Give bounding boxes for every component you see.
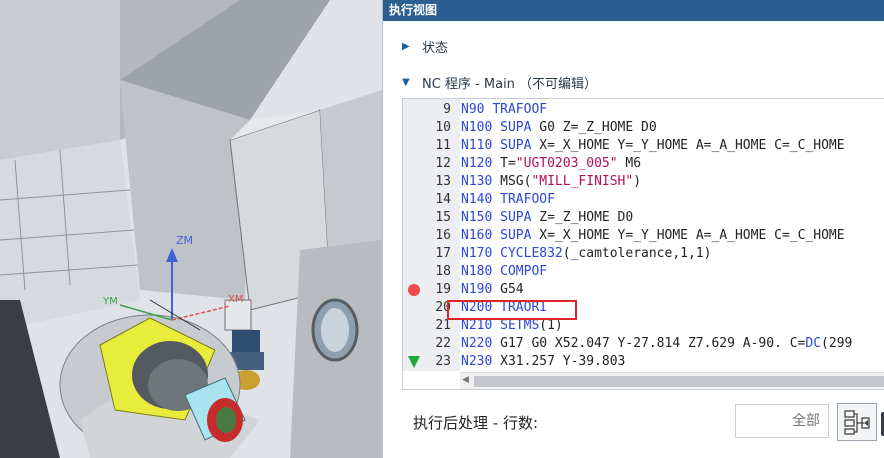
code-line[interactable]: 10 N100 SUPA G0 Z=_Z_HOME D0: [403, 119, 884, 137]
execution-view-panel: 执行视图 ▶ 状态 ▼ NC 程序 - Main （不可编辑） 9 N90 TRA…: [382, 0, 884, 458]
line-number: 10: [435, 120, 451, 135]
triangle-right-icon: ▶: [402, 40, 410, 52]
code-text: N90 TRAFOOF: [461, 102, 548, 117]
machine-3d-viewport[interactable]: ZM XM YM: [0, 0, 382, 458]
code-line[interactable]: 21 N210 SETMS(1): [403, 317, 884, 335]
line-number: 12: [435, 156, 451, 171]
code-line[interactable]: 14 N140 TRAFOOF: [403, 191, 884, 209]
horizontal-scrollbar[interactable]: ◀: [460, 372, 884, 389]
postprocess-lines-input[interactable]: [735, 404, 829, 438]
code-line[interactable]: 15 N150 SUPA Z=_Z_HOME D0: [403, 209, 884, 227]
line-number: 9: [443, 102, 451, 117]
code-line[interactable]: 16 N160 SUPA X=_X_HOME Y=_Y_HOME A=_A_HOM…: [403, 227, 884, 245]
line-number: 23: [435, 354, 451, 369]
line-number: 21: [435, 318, 451, 333]
code-text: N100 SUPA G0 Z=_Z_HOME D0: [461, 120, 657, 135]
code-line[interactable]: 22 N220 G17 G0 X52.047 Y-27.814 Z7.629 A-…: [403, 335, 884, 353]
code-text: N180 COMPOF: [461, 264, 548, 279]
code-line[interactable]: 9 N90 TRAFOOF: [403, 101, 884, 119]
nc-program-section-toggle[interactable]: ▼ NC 程序 - Main （不可编辑）: [383, 70, 597, 94]
code-text: N130 MSG("MILL_FINISH"): [461, 174, 642, 189]
code-line[interactable]: 18 N180 COMPOF: [403, 263, 884, 281]
axis-label-zm: ZM: [176, 234, 194, 247]
run-postprocess-button[interactable]: [837, 403, 877, 441]
code-line[interactable]: 13 N130 MSG("MILL_FINISH"): [403, 173, 884, 191]
status-label: 状态: [422, 40, 449, 56]
code-text: N190 G54: [461, 282, 524, 297]
code-line[interactable]: 23 N230 X31.257 Y-39.803: [403, 353, 884, 371]
line-number: 11: [435, 138, 451, 153]
code-text: N210 SETMS(1): [461, 318, 563, 333]
line-number: 17: [435, 246, 451, 261]
code-text: N120 T="UGT0203_005" M6: [461, 156, 642, 171]
code-line[interactable]: 17 N170 CYCLE832(_camtolerance,1,1): [403, 245, 884, 263]
status-section-toggle[interactable]: ▶ 状态: [383, 34, 448, 58]
line-number: 18: [435, 264, 451, 279]
line-number: 16: [435, 228, 451, 243]
code-text: N150 SUPA Z=_Z_HOME D0: [461, 210, 634, 225]
postprocess-lines-label: 执行后处理 - 行数:: [413, 414, 539, 432]
code-line[interactable]: 20 N200 TRAORI: [403, 299, 884, 317]
panel-title: 执行视图: [383, 0, 884, 21]
nc-program-label: NC 程序 - Main （不可编辑）: [422, 76, 598, 92]
line-number: 14: [435, 192, 451, 207]
triangle-down-icon: ▼: [402, 76, 410, 88]
code-line[interactable]: 12 N120 T="UGT0203_005" M6: [403, 155, 884, 173]
machine-scene: [0, 0, 382, 458]
code-text: N220 G17 G0 X52.047 Y-27.814 Z7.629 A-90…: [461, 336, 853, 351]
line-number: 20: [435, 300, 451, 315]
code-text: N140 TRAFOOF: [461, 192, 555, 207]
code-text: N200 TRAORI: [461, 300, 548, 315]
nc-code-view[interactable]: 9 N90 TRAFOOF 10 N100 SUPA G0 Z=_Z_HOME D0 1…: [402, 98, 884, 390]
line-number: 19: [435, 282, 451, 297]
line-number: 13: [435, 174, 451, 189]
axis-label-xm: XM: [228, 294, 244, 305]
code-text: N230 X31.257 Y-39.803: [461, 354, 626, 369]
axis-label-ym: YM: [103, 296, 118, 307]
run-postprocess-icon: [844, 410, 870, 435]
line-number: 15: [435, 210, 451, 225]
scrollbar-thumb[interactable]: [474, 376, 884, 387]
line-number: 22: [435, 336, 451, 351]
scroll-left-icon[interactable]: ◀: [462, 375, 469, 385]
code-text: N160 SUPA X=_X_HOME Y=_Y_HOME A=_A_HOME …: [461, 228, 845, 243]
code-line[interactable]: 19 N190 G54: [403, 281, 884, 299]
code-text: N110 SUPA X=_X_HOME Y=_Y_HOME A=_A_HOME …: [461, 138, 845, 153]
code-text: N170 CYCLE832(_camtolerance,1,1): [461, 246, 712, 261]
code-line[interactable]: 11 N110 SUPA X=_X_HOME Y=_Y_HOME A=_A_HOM…: [403, 137, 884, 155]
